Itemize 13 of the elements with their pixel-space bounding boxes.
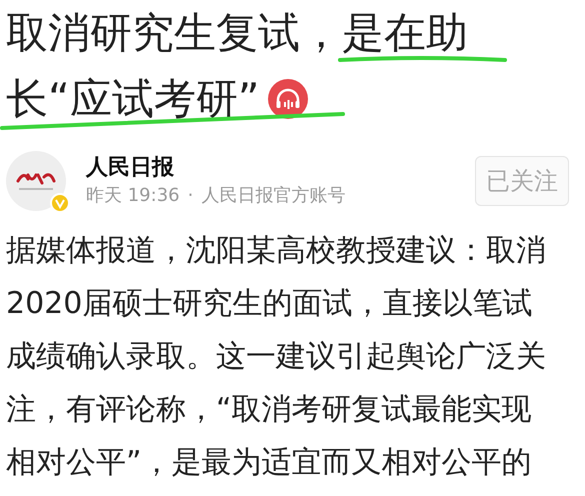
separator-dot: · <box>188 184 194 208</box>
headphones-icon[interactable] <box>268 79 308 119</box>
post-time: 昨天 19:36 <box>86 184 180 208</box>
article-text-line: 注，有评论称，“取消考研复试最能实现 <box>6 392 532 428</box>
author-name[interactable]: 人民日报 <box>86 153 475 183</box>
article-text-line: 成绩确认录取。这一建议引起舆论广泛关 <box>6 339 546 375</box>
article-title: 长“应试考研” <box>6 74 260 124</box>
article-text-line: 据媒体报道，沈阳某高校教授建议：取消 <box>6 233 546 269</box>
account-type: 人民日报官方账号 <box>201 184 346 208</box>
article-text-line: 2020届硕士研究生的面试，直接以笔试 <box>6 286 532 322</box>
article-title: 取消研究生复试，是在助 <box>6 8 468 58</box>
avatar-icon <box>6 151 66 211</box>
article-text-line: 相对公平”，是最为适宜而又相对公平的 <box>6 445 532 481</box>
